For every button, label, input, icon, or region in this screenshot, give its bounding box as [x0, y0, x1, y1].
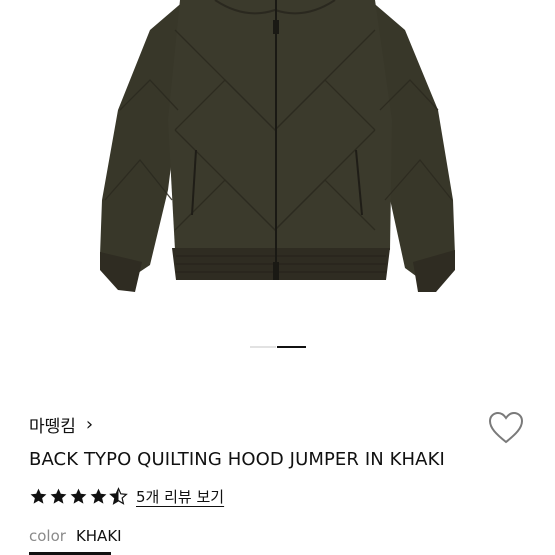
gallery-dot-active[interactable]: [277, 346, 306, 348]
review-link[interactable]: 5개 리뷰 보기: [136, 486, 224, 507]
star-icon: [30, 488, 47, 504]
star-icon: [70, 488, 87, 504]
star-icon: [50, 488, 67, 504]
rating-row: 5개 리뷰 보기: [29, 486, 224, 507]
star-half-icon: [109, 487, 128, 505]
favorite-button[interactable]: [488, 411, 524, 445]
gallery-dot[interactable]: [250, 346, 276, 348]
heart-outline-icon: [488, 411, 524, 444]
star-icon: [90, 488, 107, 504]
color-label: color: [29, 527, 66, 545]
color-row: color KHAKI: [29, 527, 122, 545]
product-image-jacket: [100, 0, 455, 292]
brand-link[interactable]: 마뗑킴 ›: [29, 412, 93, 437]
brand-name: 마뗑킴: [29, 417, 76, 437]
product-image-gallery[interactable]: [0, 0, 555, 340]
color-value: KHAKI: [75, 527, 122, 545]
star-rating: [29, 487, 128, 506]
product-title: BACK TYPO QUILTING HOOD JUMPER IN KHAKI: [29, 449, 445, 470]
chevron-right-icon: ›: [85, 413, 94, 435]
gallery-pagination: [0, 346, 555, 350]
